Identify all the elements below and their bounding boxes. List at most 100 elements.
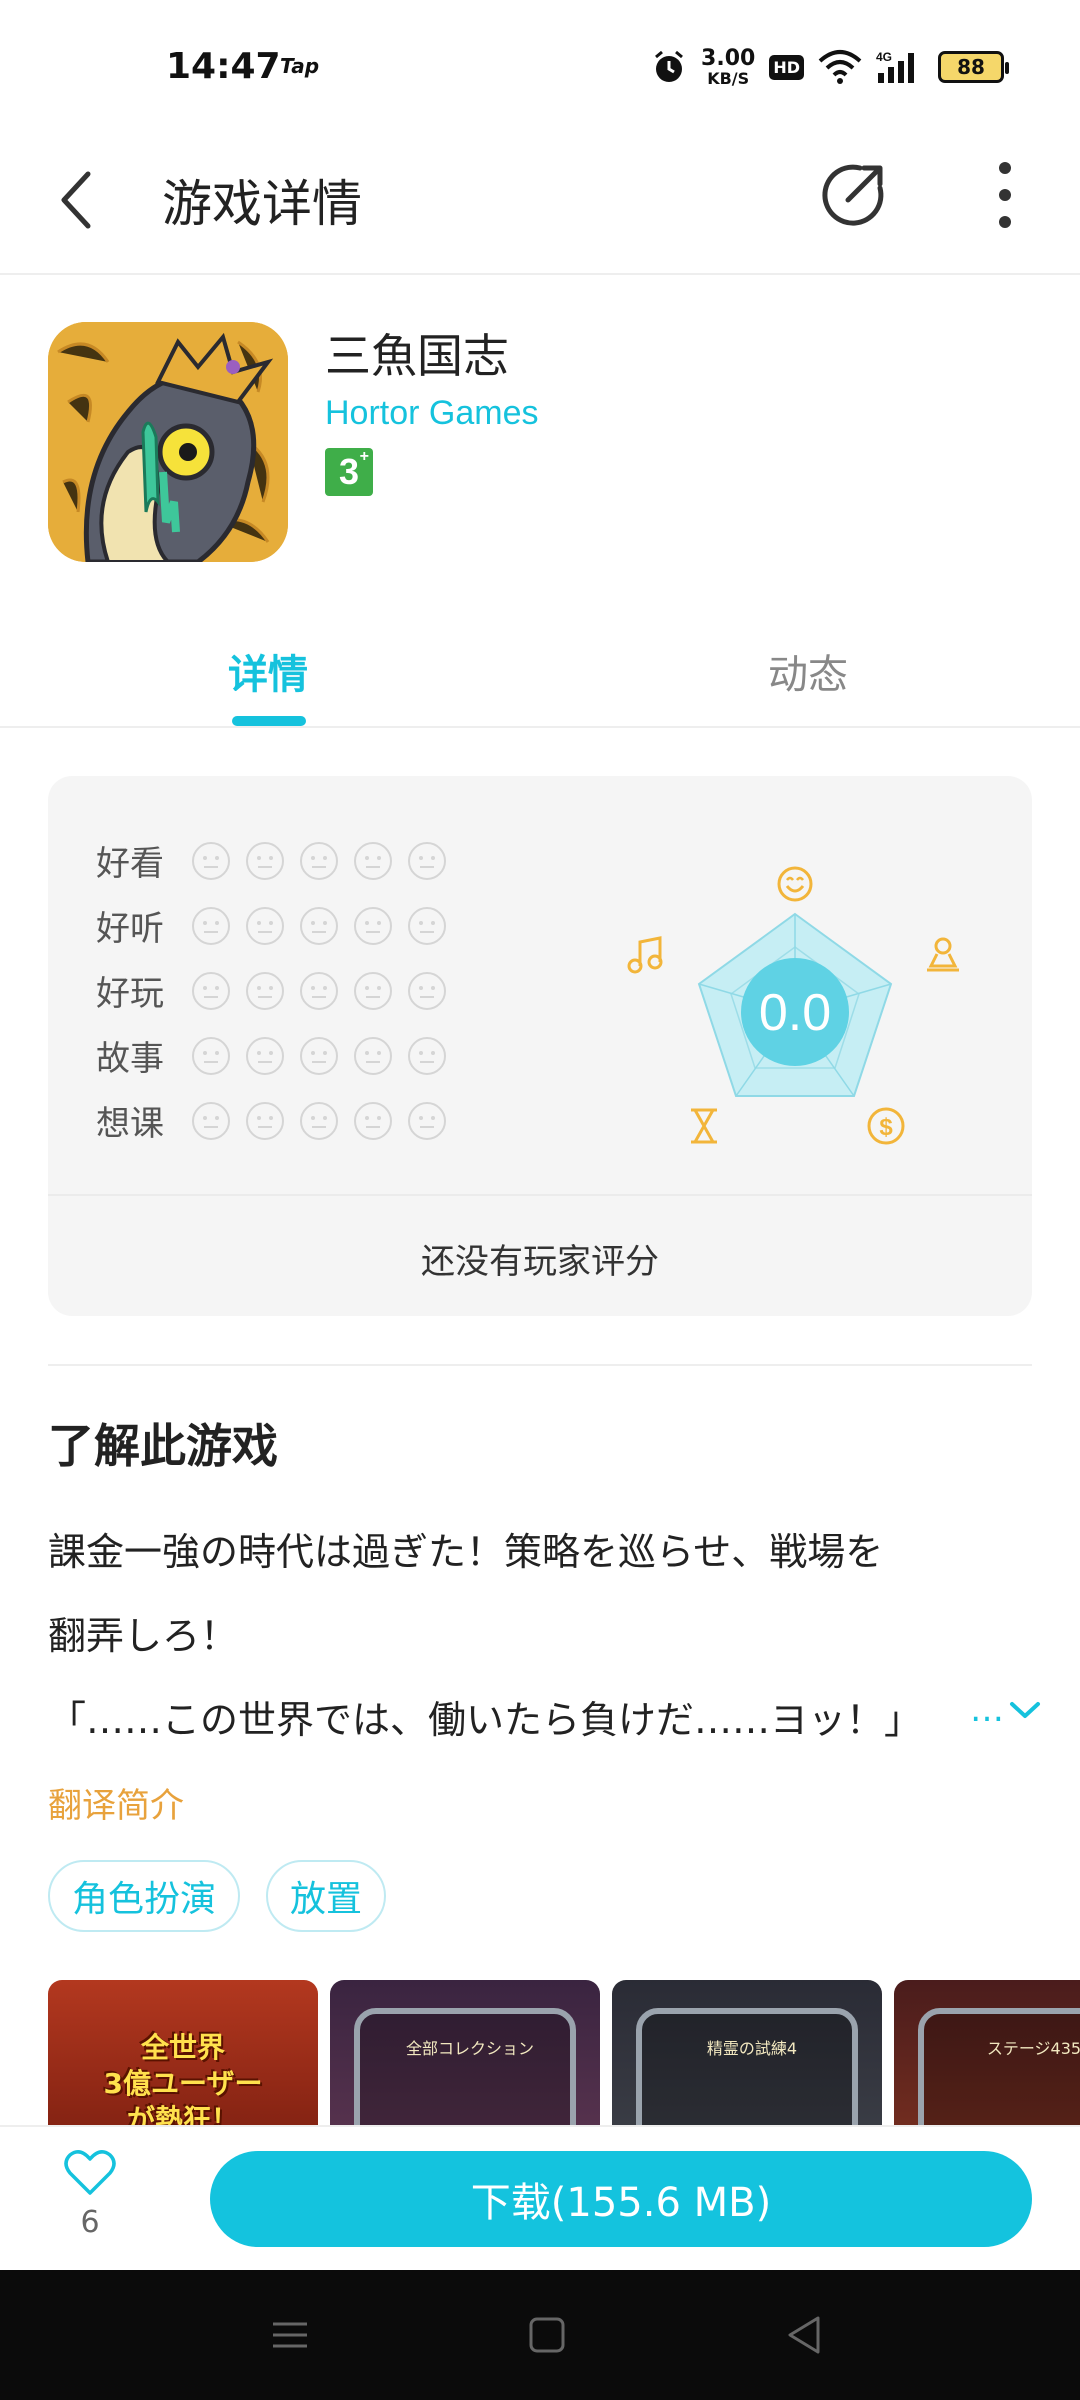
face-icon [354,906,392,945]
face-icon [300,841,338,880]
rating-categories: 好看 好听 好玩 故事 想课 [96,828,462,1153]
developer-link[interactable]: Hortor Games [325,394,539,433]
about-title: 了解此游戏 [48,1419,278,1473]
tag-idle[interactable]: 放置 [266,1860,387,1932]
face-icon [408,1101,446,1140]
face-icon [408,906,446,945]
face-icon [246,841,284,880]
face-icon [408,971,446,1010]
screenshot-caption: 全世界 3億ユーザー が熱狂！ [103,2031,263,2125]
rating-label: 好看 [96,844,164,884]
description-line: 翻弄しろ！ [48,1614,239,1658]
back-arrow-icon [61,171,91,229]
screenshot-device-frame [918,2008,1080,2125]
face-icon [192,971,230,1010]
face-icon [192,1036,230,1075]
rating-row: 想课 [96,1088,462,1153]
heart-icon [64,2150,116,2195]
status-time: 14:47 [166,46,281,87]
game-logo-icon [48,322,288,562]
home-icon[interactable] [522,2310,572,2360]
svg-text:$: $ [879,1114,893,1141]
screenshot-thumbnail[interactable]: ステージ435 [894,1980,1080,2125]
translate-description-link[interactable]: 翻译简介 [48,1778,184,1827]
rating-label: 好听 [96,909,164,949]
rating-row: 好听 [96,893,462,958]
battery-icon: 88 [938,51,1009,83]
screenshot-device-frame [636,2008,858,2125]
card-divider [48,1194,1032,1196]
share-button[interactable] [820,158,890,228]
rating-row: 故事 [96,1023,462,1088]
back-button[interactable] [50,160,110,240]
face-icon [408,841,446,880]
tag-list: 角色扮演 放置 [48,1860,387,1932]
face-icon [354,1036,392,1075]
rating-radar-chart: 0.0 $ [627,866,959,1145]
back-triangle-icon[interactable] [780,2310,830,2360]
active-tab-indicator [232,716,306,726]
rating-label: 故事 [96,1039,164,1079]
face-icon [354,971,392,1010]
expand-description-button[interactable]: … [970,1690,1042,1730]
face-icon [246,906,284,945]
signal-icon: 4G [876,50,914,83]
hourglass-icon [691,1108,717,1144]
face-icon [354,1101,392,1140]
screenshot-caption: 精霊の試練4 [706,2039,798,2058]
about-description[interactable]: 課金一強の時代は過ぎた！策略を巡らせ、戦場を 翻弄しろ！ 「……この世界では、働… [48,1510,1008,1762]
app-header: 游戏详情 [0,130,1080,275]
rating-label: 好玩 [96,974,164,1014]
app-name: 三魚国志 [325,329,509,383]
face-icon [408,1036,446,1075]
more-vertical-icon [999,162,1011,228]
menu-icon[interactable] [265,2310,315,2360]
tab-feed[interactable]: 动态 [768,642,848,700]
face-icon [246,1101,284,1140]
favorite-count: 6 [80,2205,100,2240]
more-options-button[interactable] [980,150,1030,240]
section-divider [48,1364,1032,1366]
net-speed: 3.00 KB/S [701,45,756,88]
face-icon [354,841,392,880]
no-rating-text: 还没有玩家评分 [421,1242,659,1282]
face-icon [300,971,338,1010]
chevron-down-icon [1010,1702,1040,1718]
screenshot-caption: ステージ435 [986,2039,1080,2058]
status-icons: 3.00 KB/S HD 4G 88 [651,44,1009,90]
favorite-button[interactable]: 6 [60,2149,120,2259]
face-icon [192,1101,230,1140]
tag-role-playing[interactable]: 角色扮演 [48,1860,241,1932]
svg-text:4G: 4G [876,50,892,64]
hd-icon: HD [769,54,804,80]
alarm-icon [655,50,684,82]
screenshot-thumbnail[interactable]: 全部コレクション [330,1980,600,2125]
face-icon [192,906,230,945]
face-icon [300,906,338,945]
tab-details[interactable]: 详情 [228,642,308,700]
rating-row: 好看 [96,828,462,893]
screenshot-thumbnail[interactable]: 全世界 3億ユーザー が熱狂！ [48,1980,318,2125]
screenshot-carousel[interactable]: 全世界 3億ユーザー が熱狂！ 全部コレクション 精霊の試練4 ステージ435 [48,1980,1080,2125]
dollar-icon: $ [867,1107,905,1145]
smile-icon [777,866,813,902]
ellipsis-text: … [970,1690,1004,1730]
app-icon [48,322,288,562]
rating-card[interactable]: 好看 好听 好玩 故事 想课 0.0 $ 还没有玩家评分 [48,776,1032,1316]
detail-tabs: 详情 动态 [0,620,1080,728]
screenshot-thumbnail[interactable]: 精霊の試練4 [612,1980,882,2125]
share-icon [822,164,884,226]
tap-notification-icon: Tap [280,54,320,78]
screenshot-caption: 全部コレクション [405,2039,534,2058]
rating-row: 好玩 [96,958,462,1023]
wifi-icon [818,50,862,84]
download-button[interactable]: 下载(155.6 MB) [210,2151,1032,2247]
face-icon [246,971,284,1010]
rating-label: 想课 [96,1104,164,1144]
face-icon [300,1036,338,1075]
face-icon [300,1101,338,1140]
music-icon [627,936,663,974]
screenshot-device-frame [354,2008,576,2125]
page-title: 游戏详情 [162,175,362,233]
description-line: 課金一強の時代は過ぎた！策略を巡らせ、戦場を [48,1530,884,1574]
